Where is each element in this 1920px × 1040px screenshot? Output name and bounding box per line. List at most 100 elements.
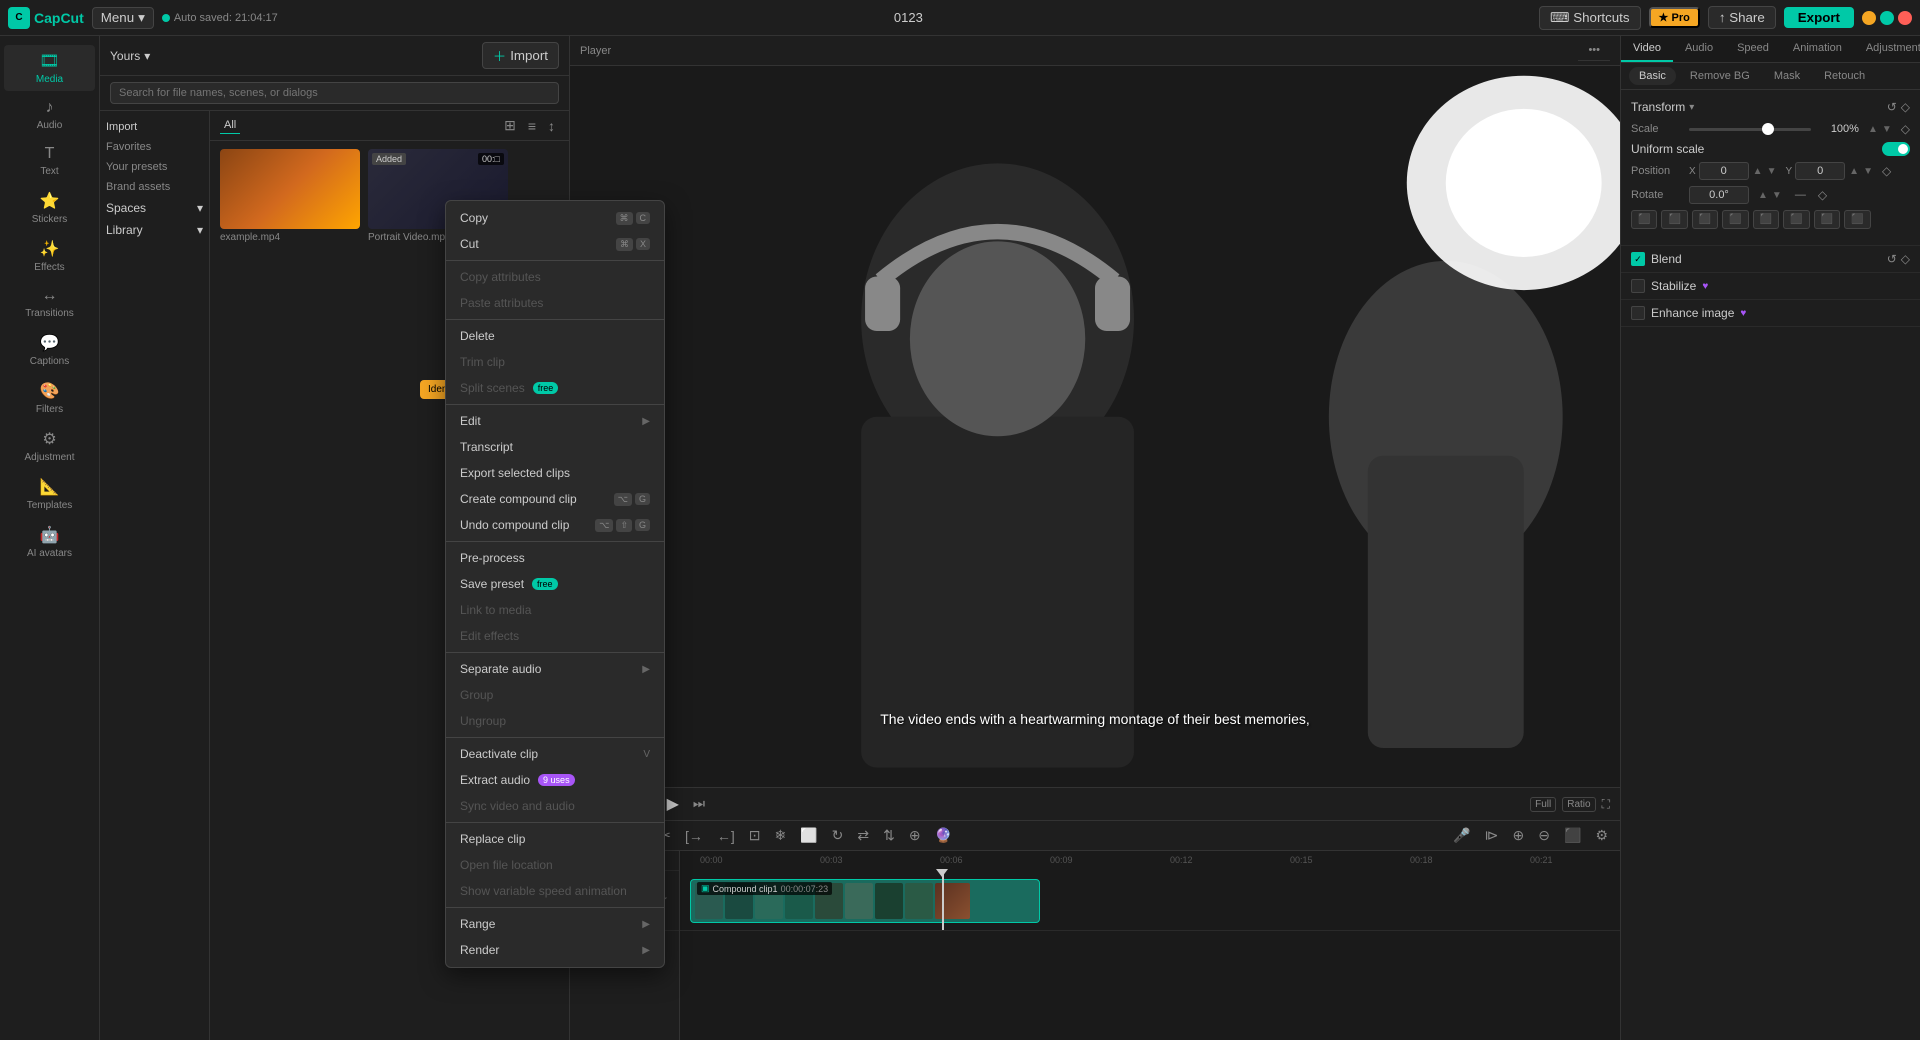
- tab-audio[interactable]: Audio: [1673, 36, 1725, 62]
- magic-tool[interactable]: 🔮: [931, 825, 956, 846]
- flip-tool[interactable]: ⇅: [879, 825, 899, 846]
- nav-item-brand-assets[interactable]: Brand assets: [100, 177, 209, 197]
- align-center-v-button[interactable]: ⬛: [1753, 210, 1779, 229]
- align-right-button[interactable]: ⬛: [1692, 210, 1718, 229]
- shortcuts-button[interactable]: ⌨ Shortcuts: [1539, 6, 1641, 30]
- crop-tool[interactable]: ⬜: [796, 825, 821, 846]
- zoom-in-icon[interactable]: ⊕: [1509, 825, 1529, 846]
- player-options-icon[interactable]: •••: [1578, 40, 1610, 61]
- uniform-scale-toggle[interactable]: [1882, 142, 1910, 156]
- ctx-copy[interactable]: Copy ⌘ C: [446, 205, 664, 231]
- ctx-render[interactable]: Render ▶: [446, 937, 664, 963]
- sidebar-item-ai-avatars[interactable]: 🤖 AI avatars: [4, 519, 95, 565]
- ctx-extract-audio[interactable]: Extract audio 9 uses: [446, 767, 664, 793]
- align-bottom-button[interactable]: ⬛: [1783, 210, 1809, 229]
- align-center-h-button[interactable]: ⬛: [1661, 210, 1687, 229]
- ctx-create-compound[interactable]: Create compound clip ⌥ G: [446, 486, 664, 512]
- more-tools[interactable]: ⊕: [905, 825, 925, 846]
- frame-forward-icon[interactable]: ⏭: [693, 796, 705, 812]
- pos-x-up[interactable]: ▲: [1752, 166, 1764, 177]
- export-button[interactable]: Export: [1784, 7, 1854, 28]
- scale-keyframe-button[interactable]: ◇: [1901, 122, 1910, 136]
- tab-animation[interactable]: Animation: [1781, 36, 1854, 62]
- ctx-save-preset[interactable]: Save preset free: [446, 571, 664, 597]
- menu-button[interactable]: Menu ▾: [92, 7, 154, 29]
- sidebar-item-adjustment[interactable]: ⚙ Adjustment: [4, 423, 95, 469]
- position-keyframe-button[interactable]: ◇: [1882, 164, 1891, 178]
- import-button[interactable]: ＋ Import: [482, 42, 559, 69]
- ctx-pre-process[interactable]: Pre-process: [446, 545, 664, 571]
- ctx-range[interactable]: Range ▶: [446, 911, 664, 937]
- align-btn-7[interactable]: ⬛: [1814, 210, 1840, 229]
- ctx-transcript[interactable]: Transcript: [446, 434, 664, 460]
- nav-item-favorites[interactable]: Favorites: [100, 137, 209, 157]
- settings-icon[interactable]: ⚙: [1591, 825, 1612, 846]
- sidebar-item-audio[interactable]: ♪ Audio: [4, 93, 95, 137]
- grid-view-button[interactable]: ⊞: [500, 115, 520, 136]
- align-btn-8[interactable]: ⬛: [1844, 210, 1870, 229]
- freeze-tool[interactable]: ❄: [770, 825, 790, 846]
- mic-icon[interactable]: 🎤: [1449, 825, 1474, 846]
- subtab-remove-bg[interactable]: Remove BG: [1680, 67, 1760, 85]
- rotate-field[interactable]: [1689, 186, 1749, 204]
- ctx-delete[interactable]: Delete: [446, 323, 664, 349]
- nav-item-your-presets[interactable]: Your presets: [100, 157, 209, 177]
- subtab-basic[interactable]: Basic: [1629, 67, 1676, 85]
- pos-x-field[interactable]: [1699, 162, 1749, 180]
- align-top-button[interactable]: ⬛: [1722, 210, 1748, 229]
- enhance-image-checkbox[interactable]: [1631, 306, 1645, 320]
- nav-item-library[interactable]: Library ▾: [100, 219, 209, 241]
- sidebar-item-media[interactable]: 🎞 Media: [4, 45, 95, 91]
- sidebar-item-transitions[interactable]: ↔ Transitions: [4, 281, 95, 325]
- fullscreen-icon[interactable]: ⛶: [1602, 797, 1610, 812]
- ctx-undo-compound[interactable]: Undo compound clip ⌥ ⇧ G: [446, 512, 664, 538]
- rotate-down[interactable]: ▼: [1771, 190, 1783, 201]
- sidebar-item-effects[interactable]: ✨ Effects: [4, 233, 95, 279]
- sidebar-item-captions[interactable]: 💬 Captions: [4, 327, 95, 373]
- subtab-retouch[interactable]: Retouch: [1814, 67, 1875, 85]
- subtab-mask[interactable]: Mask: [1764, 67, 1810, 85]
- sidebar-item-text[interactable]: T Text: [4, 139, 95, 183]
- delete-tool[interactable]: ⊡: [745, 825, 765, 846]
- blend-reset-button[interactable]: ↺: [1887, 252, 1897, 266]
- clip-connect-icon[interactable]: ⧐: [1481, 825, 1503, 846]
- pos-y-field[interactable]: [1795, 162, 1845, 180]
- rotate-keyframe-button[interactable]: ◇: [1818, 188, 1827, 202]
- scale-down-button[interactable]: ▼: [1881, 124, 1893, 135]
- ctx-export-clips[interactable]: Export selected clips: [446, 460, 664, 486]
- sidebar-item-stickers[interactable]: ⭐ Stickers: [4, 185, 95, 231]
- ctx-separate-audio[interactable]: Separate audio ▶: [446, 656, 664, 682]
- tab-speed[interactable]: Speed: [1725, 36, 1781, 62]
- all-tab[interactable]: All: [220, 117, 240, 134]
- zoom-out-icon[interactable]: ⊖: [1534, 825, 1554, 846]
- trim-left-tool[interactable]: [→: [681, 825, 707, 846]
- ctx-deactivate[interactable]: Deactivate clip V: [446, 741, 664, 767]
- full-button[interactable]: Full: [1530, 797, 1556, 812]
- keyframe-transform-button[interactable]: ◇: [1901, 100, 1910, 114]
- tab-video[interactable]: Video: [1621, 36, 1673, 62]
- mirror-tool[interactable]: ⇄: [853, 825, 873, 846]
- list-view-button[interactable]: ≡: [524, 115, 540, 136]
- ctx-edit[interactable]: Edit ▶: [446, 408, 664, 434]
- pos-x-down[interactable]: ▼: [1766, 166, 1778, 177]
- reset-transform-button[interactable]: ↺: [1887, 100, 1897, 114]
- blend-keyframe-button[interactable]: ◇: [1901, 252, 1910, 266]
- pro-button[interactable]: ★ Pro: [1649, 7, 1700, 28]
- sidebar-item-templates[interactable]: 📐 Templates: [4, 471, 95, 517]
- scale-slider[interactable]: [1689, 128, 1811, 131]
- pos-y-up[interactable]: ▲: [1848, 166, 1860, 177]
- ctx-cut[interactable]: Cut ⌘ X: [446, 231, 664, 257]
- clip-item-1[interactable]: example.mp4: [220, 149, 360, 243]
- sort-button[interactable]: ↕: [544, 115, 559, 136]
- trim-right-tool[interactable]: ←]: [713, 825, 739, 846]
- align-left-button[interactable]: ⬛: [1631, 210, 1657, 229]
- pos-y-down[interactable]: ▼: [1862, 166, 1874, 177]
- search-input[interactable]: [110, 82, 559, 104]
- blend-checkbox[interactable]: ✓: [1631, 252, 1645, 266]
- compound-clip[interactable]: ▣ Compound clip1 00:00:07:23: [690, 879, 1040, 923]
- nav-item-spaces[interactable]: Spaces ▾: [100, 197, 209, 219]
- sidebar-item-filters[interactable]: 🎨 Filters: [4, 375, 95, 421]
- ctx-replace-clip[interactable]: Replace clip: [446, 826, 664, 852]
- scale-up-button[interactable]: ▲: [1867, 124, 1879, 135]
- close-button[interactable]: [1898, 11, 1912, 25]
